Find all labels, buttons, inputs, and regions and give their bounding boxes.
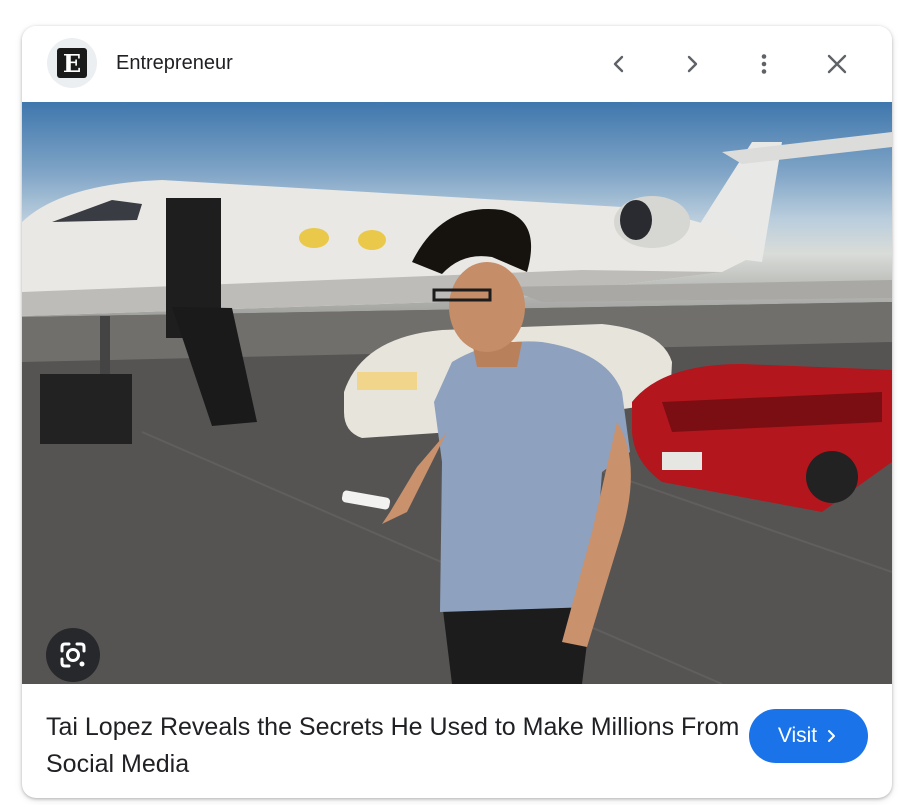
- chevron-left-icon: [613, 55, 624, 73]
- google-lens-icon: [60, 642, 86, 668]
- chevron-right-icon: [828, 730, 836, 742]
- previous-button[interactable]: [599, 44, 639, 84]
- more-options-button[interactable]: [744, 44, 784, 84]
- next-button[interactable]: [672, 44, 712, 84]
- close-icon: [827, 54, 847, 74]
- photo-scene-illustration: [22, 132, 892, 684]
- more-vert-icon: [761, 54, 767, 74]
- visit-button-label: Visit: [777, 724, 818, 747]
- source-logo-letter: E: [57, 48, 87, 78]
- google-lens-button[interactable]: [46, 628, 100, 682]
- close-button[interactable]: [817, 44, 857, 84]
- card-header: E Entrepreneur: [22, 26, 892, 102]
- visit-button[interactable]: Visit: [749, 709, 868, 763]
- preview-image[interactable]: [22, 102, 892, 684]
- source-logo[interactable]: E: [47, 38, 97, 88]
- chevron-right-icon: [687, 55, 698, 73]
- result-title[interactable]: Tai Lopez Reveals the Secrets He Used to…: [46, 709, 746, 783]
- image-preview-card: E Entrepreneur Tai Lopez Reveals the Sec…: [22, 26, 892, 798]
- source-name[interactable]: Entrepreneur: [116, 52, 233, 75]
